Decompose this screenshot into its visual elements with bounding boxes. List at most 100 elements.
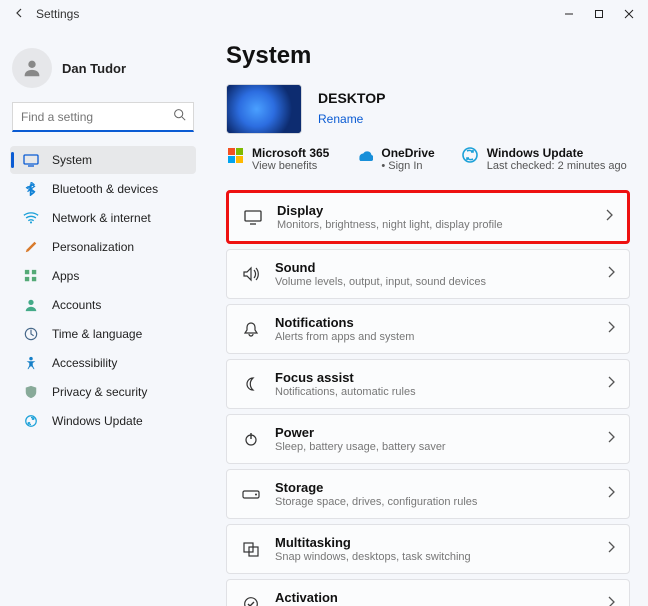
card-title: Focus assist xyxy=(275,370,593,385)
moon-icon xyxy=(241,374,261,394)
apps-icon xyxy=(22,267,40,285)
card-title: Multitasking xyxy=(275,535,593,550)
card-title: Sound xyxy=(275,260,593,275)
sidebar-item-label: Network & internet xyxy=(52,211,151,225)
card-notifications[interactable]: Notifications Alerts from apps and syste… xyxy=(226,304,630,354)
quick-sub: Last checked: 2 minutes ago xyxy=(487,160,627,172)
user-block[interactable]: Dan Tudor xyxy=(12,48,194,88)
sidebar-item-label: Accessibility xyxy=(52,356,117,370)
system-icon xyxy=(22,151,40,169)
sidebar-item-system[interactable]: System xyxy=(10,146,196,174)
microsoft365-icon xyxy=(226,146,244,164)
card-display[interactable]: Display Monitors, brightness, night ligh… xyxy=(226,190,630,244)
card-focus-assist[interactable]: Focus assist Notifications, automatic ru… xyxy=(226,359,630,409)
card-subtitle: Sleep, battery usage, battery saver xyxy=(275,441,593,453)
search-input[interactable] xyxy=(12,102,194,132)
chevron-right-icon xyxy=(607,540,615,558)
quick-microsoft365[interactable]: Microsoft 365 View benefits xyxy=(226,146,329,172)
sidebar-item-label: Time & language xyxy=(52,327,142,341)
sidebar-item-network[interactable]: Network & internet xyxy=(10,204,196,232)
sidebar-item-accounts[interactable]: Accounts xyxy=(10,291,196,319)
title-bar: Settings xyxy=(0,0,648,28)
card-storage[interactable]: Storage Storage space, drives, configura… xyxy=(226,469,630,519)
sidebar-item-label: System xyxy=(52,153,92,167)
sidebar-item-label: Accounts xyxy=(52,298,101,312)
rename-link[interactable]: Rename xyxy=(318,112,363,126)
device-thumbnail[interactable] xyxy=(226,84,302,134)
close-button[interactable] xyxy=(614,0,644,28)
sidebar-item-label: Windows Update xyxy=(52,414,143,428)
card-activation[interactable]: Activation Activation state, subscriptio… xyxy=(226,579,630,606)
chevron-right-icon xyxy=(607,595,615,606)
search-icon xyxy=(173,108,186,126)
device-row: DESKTOP Rename xyxy=(226,84,630,134)
clock-globe-icon xyxy=(22,325,40,343)
quick-title: Windows Update xyxy=(487,146,627,160)
content-area: System DESKTOP Rename Microsoft 365 View… xyxy=(206,28,648,606)
card-title: Display xyxy=(277,203,591,218)
sidebar-item-privacy[interactable]: Privacy & security xyxy=(10,378,196,406)
card-title: Power xyxy=(275,425,593,440)
quick-links: Microsoft 365 View benefits OneDrive • S… xyxy=(226,146,630,172)
sidebar-item-bluetooth[interactable]: Bluetooth & devices xyxy=(10,175,196,203)
wifi-icon xyxy=(22,209,40,227)
quick-windows-update[interactable]: Windows Update Last checked: 2 minutes a… xyxy=(461,146,627,172)
person-icon xyxy=(22,296,40,314)
sidebar-item-label: Bluetooth & devices xyxy=(52,182,158,196)
sidebar-item-label: Apps xyxy=(52,269,79,283)
window-title: Settings xyxy=(36,7,79,21)
sidebar-item-accessibility[interactable]: Accessibility xyxy=(10,349,196,377)
sidebar-item-apps[interactable]: Apps xyxy=(10,262,196,290)
sidebar-item-time-language[interactable]: Time & language xyxy=(10,320,196,348)
bluetooth-icon xyxy=(22,180,40,198)
check-circle-icon xyxy=(241,594,261,606)
sound-icon xyxy=(241,264,261,284)
card-sound[interactable]: Sound Volume levels, output, input, soun… xyxy=(226,249,630,299)
chevron-right-icon xyxy=(607,320,615,338)
back-button[interactable] xyxy=(10,7,30,22)
card-subtitle: Alerts from apps and system xyxy=(275,331,593,343)
card-title: Activation xyxy=(275,590,593,605)
bell-icon xyxy=(241,319,261,339)
sidebar-item-personalization[interactable]: Personalization xyxy=(10,233,196,261)
shield-icon xyxy=(22,383,40,401)
avatar xyxy=(12,48,52,88)
card-multitasking[interactable]: Multitasking Snap windows, desktops, tas… xyxy=(226,524,630,574)
card-title: Storage xyxy=(275,480,593,495)
onedrive-icon xyxy=(355,146,373,164)
windows-update-icon xyxy=(461,146,479,164)
chevron-right-icon xyxy=(607,375,615,393)
sidebar: Dan Tudor System Bluetooth & devices Net… xyxy=(0,28,206,606)
quick-sub: • Sign In xyxy=(381,160,434,172)
device-name: DESKTOP xyxy=(318,90,385,106)
chevron-right-icon xyxy=(607,485,615,503)
chevron-right-icon xyxy=(605,208,613,226)
card-subtitle: Notifications, automatic rules xyxy=(275,386,593,398)
search-box[interactable] xyxy=(12,102,194,132)
card-subtitle: Storage space, drives, configuration rul… xyxy=(275,496,593,508)
quick-sub: View benefits xyxy=(252,160,329,172)
monitor-icon xyxy=(243,207,263,227)
quick-title: Microsoft 365 xyxy=(252,146,329,160)
sidebar-item-windows-update[interactable]: Windows Update xyxy=(10,407,196,435)
chevron-right-icon xyxy=(607,265,615,283)
settings-card-list: Display Monitors, brightness, night ligh… xyxy=(226,190,630,606)
user-name: Dan Tudor xyxy=(62,61,126,76)
paintbrush-icon xyxy=(22,238,40,256)
page-title: System xyxy=(226,42,630,70)
sidebar-item-label: Personalization xyxy=(52,240,134,254)
minimize-button[interactable] xyxy=(554,0,584,28)
maximize-button[interactable] xyxy=(584,0,614,28)
nav-list: System Bluetooth & devices Network & int… xyxy=(10,146,196,435)
accessibility-icon xyxy=(22,354,40,372)
card-subtitle: Snap windows, desktops, task switching xyxy=(275,551,593,563)
sidebar-item-label: Privacy & security xyxy=(52,385,147,399)
card-title: Notifications xyxy=(275,315,593,330)
chevron-right-icon xyxy=(607,430,615,448)
quick-onedrive[interactable]: OneDrive • Sign In xyxy=(355,146,434,172)
power-icon xyxy=(241,429,261,449)
windows-icon xyxy=(241,539,261,559)
quick-title: OneDrive xyxy=(381,146,434,160)
update-icon xyxy=(22,412,40,430)
card-power[interactable]: Power Sleep, battery usage, battery save… xyxy=(226,414,630,464)
